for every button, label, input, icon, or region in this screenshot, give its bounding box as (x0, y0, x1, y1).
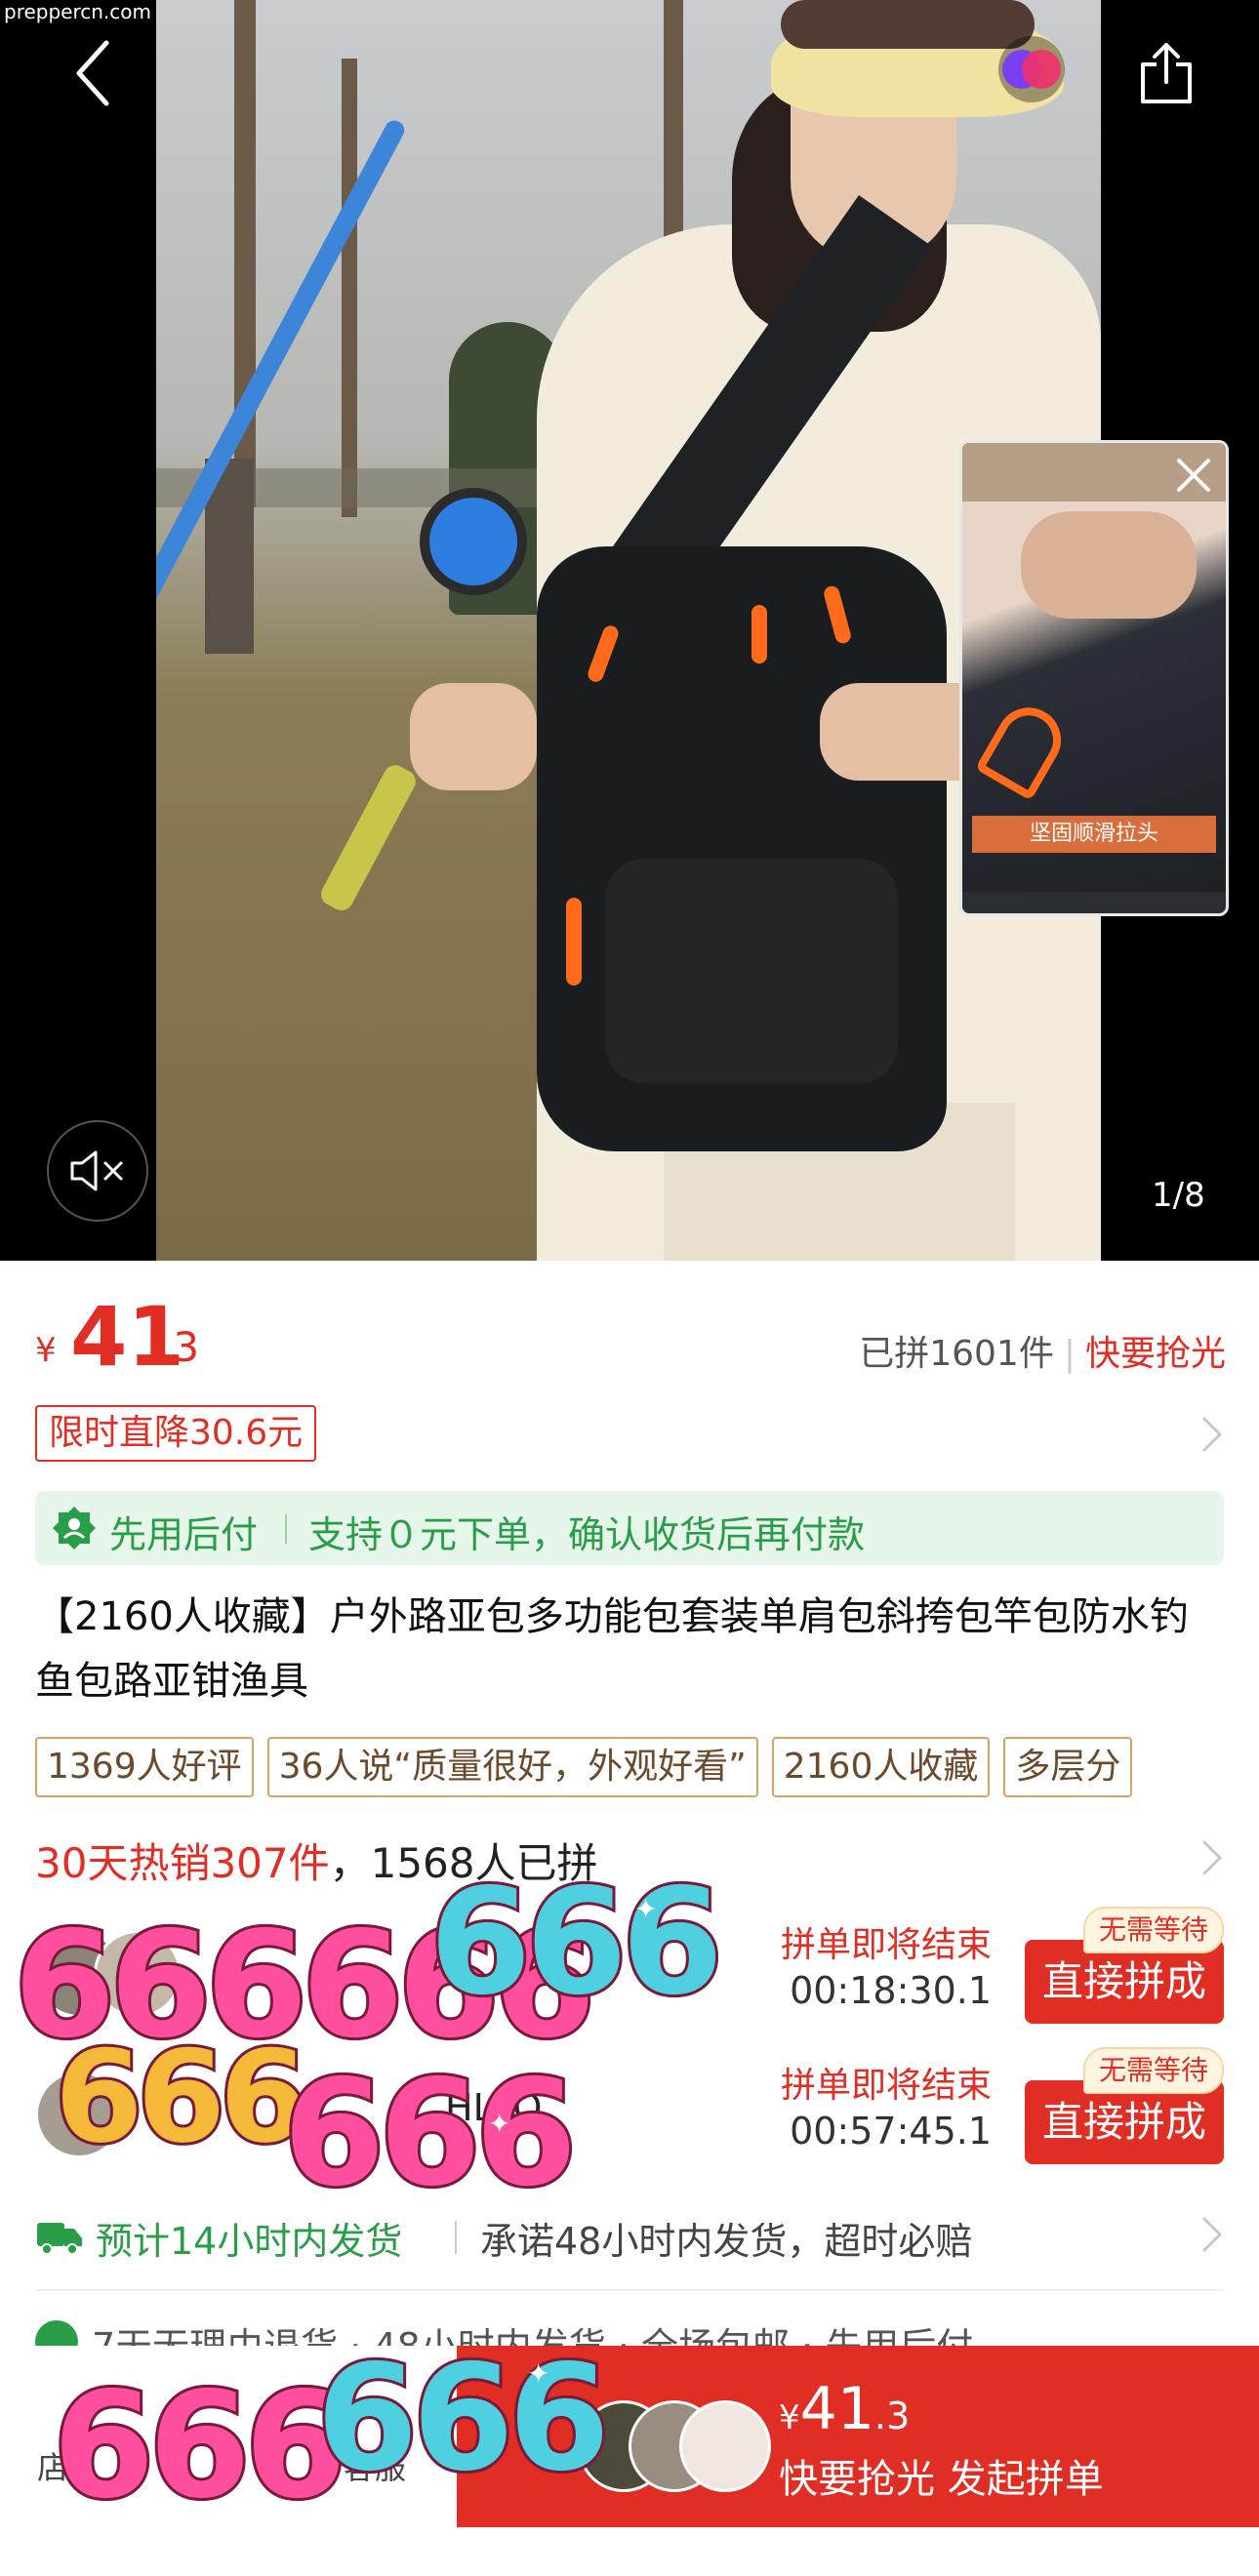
price-decimal: .3 (160, 1323, 200, 1371)
sticker-text: 666 (52, 2023, 310, 2171)
review-tag[interactable]: 1369人好评 (35, 1737, 254, 1797)
review-tags: 1369人好评 36人说“质量很好，外观好看” 2160人收藏 多层分 (35, 1737, 1259, 1799)
home-indicator-area (0, 2527, 1259, 2576)
sticker-text: 666 (280, 2049, 580, 2219)
review-tag[interactable]: 36人说“质量很好，外观好看” (266, 1737, 758, 1797)
pay-later-banner[interactable]: 先用后付 支持０元下单，确认收货后再付款 (35, 1491, 1224, 1565)
buy-label: 快要抢光 发起拼单 (779, 2457, 1104, 2502)
mini-player-caption: 坚固顺滑拉头 (972, 816, 1216, 853)
divider (35, 2289, 1224, 2291)
shipping-row[interactable]: 预计14小时内发货 承诺48小时内发货，超时必赔 (35, 2207, 1224, 2266)
product-media[interactable]: 坚固顺滑拉头 1/8 (0, 0, 1259, 1261)
group-ending-text: 拼单即将结束 (780, 1925, 992, 1965)
mute-icon (70, 1150, 123, 1191)
chevron-right-icon[interactable] (1197, 1415, 1226, 1454)
truck-icon (37, 2223, 82, 2255)
share-icon (1141, 43, 1192, 103)
watermark: preppercn.com (4, 0, 152, 23)
sparkle-icon: ✦ (634, 1893, 658, 1925)
chevron-right-icon[interactable] (1197, 1838, 1226, 1877)
discount-tag[interactable]: 限时直降30.6元 (35, 1405, 317, 1462)
chevron-right-icon[interactable] (1197, 2215, 1226, 2254)
sparkle-icon: ✦ (527, 2357, 550, 2390)
sparkle-icon: ✦ (20, 1903, 43, 1935)
sold-count: 已拼1601件 | 快要抢光 (859, 1334, 1226, 1374)
buy-price-decimal: .3 (874, 2395, 911, 2437)
no-wait-badge: 无需等待 (1082, 2047, 1224, 2094)
group-ending-text: 拼单即将结束 (780, 2066, 992, 2106)
buy-price-integer: 41 (799, 2375, 874, 2443)
group-countdown: 00:57:45.1 (790, 2110, 992, 2153)
image-counter: 1/8 (1152, 1176, 1205, 1215)
mute-button[interactable] (47, 1120, 148, 1222)
price-row: ¥ 41 .3 已拼1601件 | 快要抢光 (35, 1288, 1226, 1386)
pay-later-badge-icon (53, 1507, 96, 1550)
buy-price-currency: ¥ (779, 2398, 800, 2437)
back-button[interactable] (59, 29, 127, 117)
mini-video-player[interactable]: 坚固顺滑拉头 (959, 440, 1229, 916)
price-currency: ¥ (35, 1331, 57, 1370)
sticker-666-e: 666 (50, 2361, 349, 2531)
review-tag[interactable]: 2160人收藏 (771, 1737, 991, 1797)
close-icon[interactable] (1171, 453, 1216, 498)
pay-later-desc: 支持０元下单，确认收货后再付款 (308, 1513, 866, 1556)
buyer-avatars (578, 2400, 771, 2494)
sticker-text: 666 (50, 2361, 349, 2531)
avatar (679, 2400, 771, 2492)
back-arrow-icon (76, 40, 109, 106)
urgency-text: 快要抢光 (1084, 1334, 1226, 1374)
share-button[interactable] (1122, 29, 1210, 117)
sticker-666-c: 666 (52, 2023, 310, 2171)
sold-text: 已拼1601件 (859, 1334, 1054, 1374)
sticker-666-b: 666 (426, 1858, 726, 2028)
buy-price: ¥41.3 (779, 2375, 910, 2443)
sticker-666-f: 666 (313, 2334, 613, 2504)
product-title: 【2160人收藏】户外路亚包多功能包套装单肩包斜挎包竿包防水钓鱼包路亚钳渔具 (35, 1594, 1189, 1704)
sparkle-icon: ✦ (39, 2527, 62, 2559)
pay-later-title: 先用后付 (109, 1513, 259, 1556)
sparkle-icon: ✦ (488, 2108, 511, 2140)
shipping-eta: 预计14小时内发货 (96, 2220, 403, 2263)
sticker-text: 666 (313, 2334, 613, 2504)
shipping-promise: 承诺48小时内发货，超时必赔 (480, 2220, 973, 2263)
sticker-666-d: 666 (280, 2049, 580, 2219)
review-tag[interactable]: 多层分 (1003, 1737, 1133, 1797)
hot-sales-count: 30天热销307件 (35, 1839, 330, 1887)
no-wait-badge: 无需等待 (1082, 1907, 1224, 1953)
group-countdown: 00:18:30.1 (790, 1969, 992, 2012)
sticker-text: 666 (426, 1858, 726, 2028)
brand-logo-icon (998, 36, 1065, 102)
